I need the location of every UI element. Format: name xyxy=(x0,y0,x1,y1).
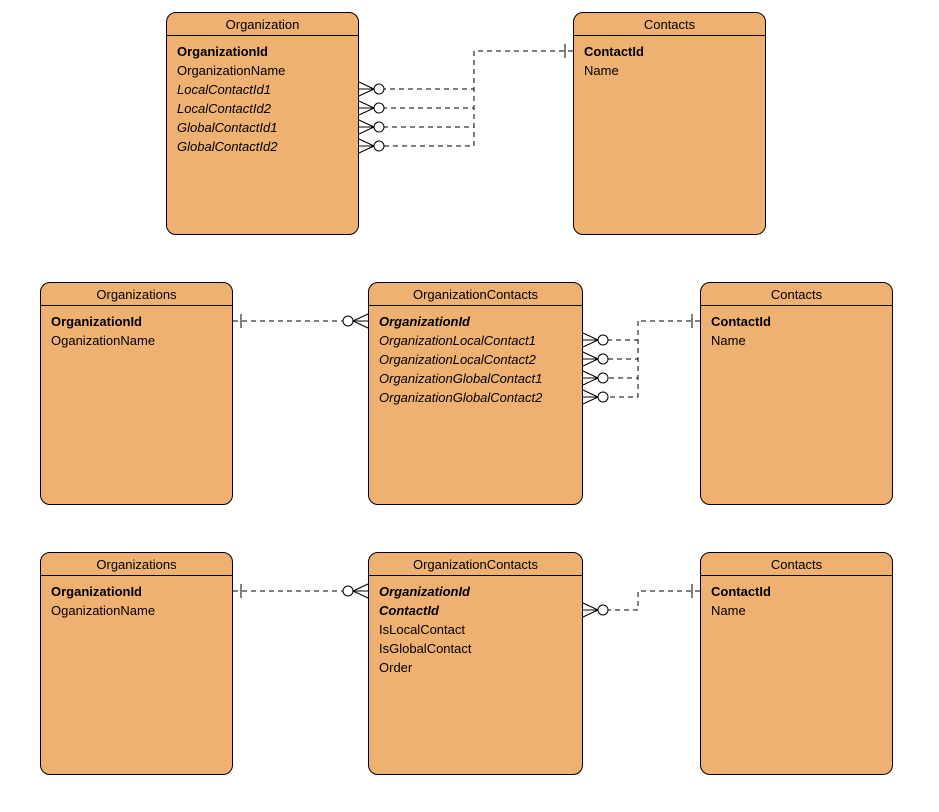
entity-body: OrganizationIdOrganizationLocalContact1O… xyxy=(369,306,582,504)
entity-body: OrganizationIdOganizationName xyxy=(41,306,232,504)
entity-field: OrganizationId xyxy=(177,42,348,61)
entity-field: LocalContactId2 xyxy=(177,99,348,118)
entity-field: GlobalContactId2 xyxy=(177,137,348,156)
entity-field: OrganizationGlobalContact1 xyxy=(379,369,572,388)
entity-organizations-3: Organizations OrganizationIdOganizationN… xyxy=(40,552,233,775)
entity-field: GlobalContactId1 xyxy=(177,118,348,137)
entity-body: OrganizationIdContactIdIsLocalContactIsG… xyxy=(369,576,582,774)
entity-title: Contacts xyxy=(574,13,765,36)
entity-title: OrganizationContacts xyxy=(369,553,582,576)
entity-organizations-2: Organizations OrganizationIdOganizationN… xyxy=(40,282,233,505)
entity-field: OrganizationName xyxy=(177,61,348,80)
entity-field: OrganizationGlobalContact2 xyxy=(379,388,572,407)
entity-field: Name xyxy=(584,61,755,80)
entity-field: LocalContactId1 xyxy=(177,80,348,99)
entity-body: OrganizationIdOganizationName xyxy=(41,576,232,774)
entity-field: OrganizationId xyxy=(379,312,572,331)
entity-contacts-2: Contacts ContactIdName xyxy=(700,282,893,505)
entity-body: ContactIdName xyxy=(701,576,892,774)
entity-title: Organization xyxy=(167,13,358,36)
entity-field: Order xyxy=(379,658,572,677)
entity-field: ContactId xyxy=(379,601,572,620)
entity-field: OrganizationId xyxy=(379,582,572,601)
entity-field: ContactId xyxy=(584,42,755,61)
entity-title: OrganizationContacts xyxy=(369,283,582,306)
entity-field: ContactId xyxy=(711,312,882,331)
entity-field: OganizationName xyxy=(51,331,222,350)
entity-contacts-1: Contacts ContactIdName xyxy=(573,12,766,235)
entity-field: OrganizationLocalContact2 xyxy=(379,350,572,369)
entity-title: Organizations xyxy=(41,283,232,306)
entity-organization: Organization OrganizationIdOrganizationN… xyxy=(166,12,359,235)
entity-orgcontacts-2: OrganizationContacts OrganizationIdOrgan… xyxy=(368,282,583,505)
entity-title: Organizations xyxy=(41,553,232,576)
entity-field: OrganizationLocalContact1 xyxy=(379,331,572,350)
entity-field: OrganizationId xyxy=(51,312,222,331)
entity-field: OrganizationId xyxy=(51,582,222,601)
entity-title: Contacts xyxy=(701,553,892,576)
entity-body: ContactIdName xyxy=(574,36,765,234)
entity-field: ContactId xyxy=(711,582,882,601)
entity-orgcontacts-3: OrganizationContacts OrganizationIdConta… xyxy=(368,552,583,775)
entity-title: Contacts xyxy=(701,283,892,306)
entity-contacts-3: Contacts ContactIdName xyxy=(700,552,893,775)
entity-field: Name xyxy=(711,331,882,350)
entity-field: OganizationName xyxy=(51,601,222,620)
entity-field: IsGlobalContact xyxy=(379,639,572,658)
entity-body: ContactIdName xyxy=(701,306,892,504)
entity-field: Name xyxy=(711,601,882,620)
entity-body: OrganizationIdOrganizationNameLocalConta… xyxy=(167,36,358,234)
entity-field: IsLocalContact xyxy=(379,620,572,639)
